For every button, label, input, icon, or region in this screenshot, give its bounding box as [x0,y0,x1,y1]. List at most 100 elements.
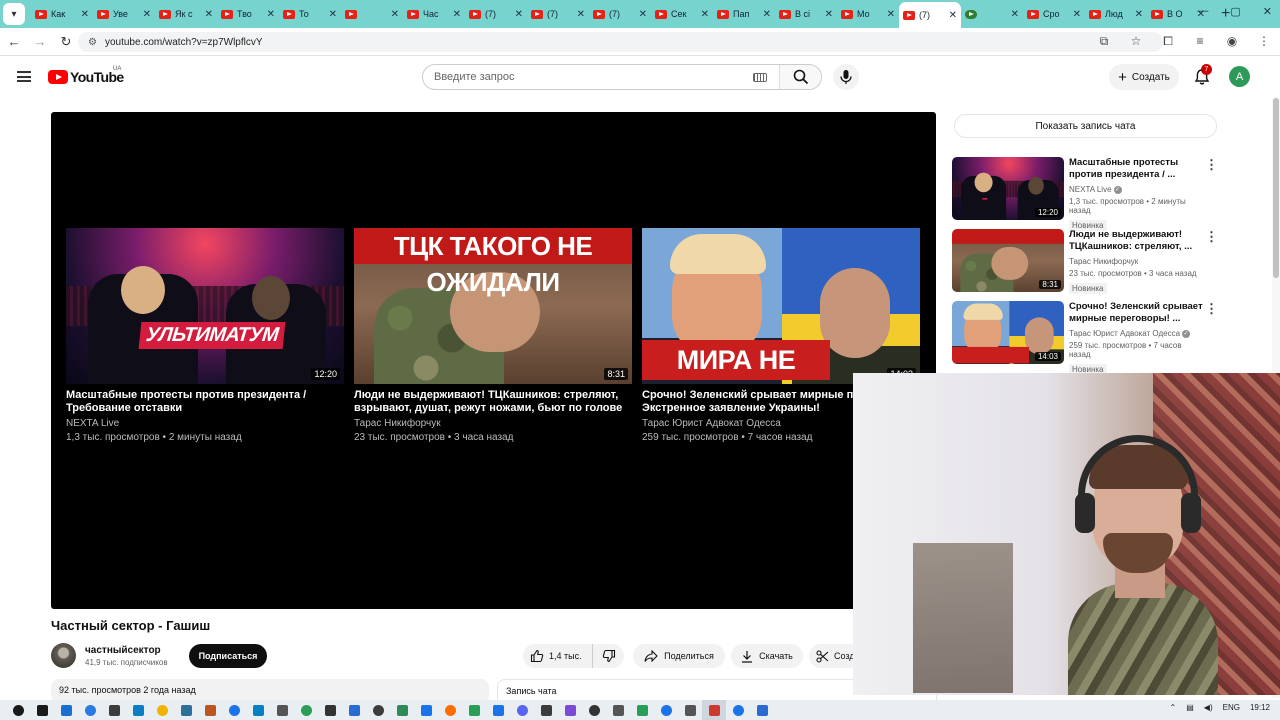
browser-tab[interactable]: (7) ✕ [465,2,527,26]
browser-tab[interactable]: Сек ✕ [651,2,713,26]
close-tab-icon[interactable]: ✕ [1135,9,1143,20]
subscribe-button[interactable]: Подписаться [189,644,267,668]
taskbar-app-icon[interactable] [414,700,438,720]
endscreen-title[interactable]: Люди не выдерживают! ТЦКашников: стреляю… [354,389,632,415]
recommended-thumbnail[interactable]: 12:20 [952,157,1064,220]
recommended-video-1[interactable]: 12:20 Масштабные протесты против президе… [952,157,1222,231]
bookmark-star-icon[interactable]: ☆ [1128,34,1144,49]
taskbar-app-icon[interactable] [750,700,774,720]
browser-tab[interactable]: В сі ✕ [775,2,837,26]
create-button[interactable]: + Создать [1109,64,1179,90]
taskbar-app-icon[interactable] [486,700,510,720]
browser-menu-icon[interactable]: ⋮ [1256,34,1272,49]
reload-button[interactable]: ↻ [54,34,78,50]
taskbar-app-icon[interactable] [342,700,366,720]
browser-tab[interactable]: Як с ✕ [155,2,217,26]
taskbar-app-icon[interactable] [270,700,294,720]
endscreen-video-1[interactable]: УЛЬТИМАТУМ 12:20 Масштабные протесты про… [66,228,344,443]
address-bar[interactable]: ⚙ youtube.com/watch?v=zp7WlpflcvY [78,32,1163,52]
taskbar-app-icon[interactable] [198,700,222,720]
close-window-button[interactable]: ✕ [1263,5,1272,18]
maximize-button[interactable]: ▢ [1230,5,1240,18]
video-player[interactable]: УЛЬТИМАТУМ 12:20 Масштабные протесты про… [51,112,936,609]
like-button[interactable]: 1,4 тыс. [523,644,593,668]
taskbar-app-icon[interactable] [54,700,78,720]
close-tab-icon[interactable]: ✕ [1011,9,1019,20]
taskbar-app-icon[interactable] [462,700,486,720]
taskbar-app-icon[interactable] [558,700,582,720]
browser-tab[interactable]: Люд ✕ [1085,2,1147,26]
network-icon[interactable]: ▤ [1186,703,1194,712]
recommended-title[interactable]: Срочно! Зеленский срывает мирные перегов… [1069,301,1205,325]
more-options-icon[interactable]: ⋮ [1205,157,1218,173]
dislike-button[interactable] [593,644,624,668]
taskbar-app-icon[interactable] [6,700,30,720]
tray-arrow-icon[interactable]: ⌃ [1170,703,1177,712]
taskbar-app-icon[interactable] [726,700,750,720]
endscreen-title[interactable]: Масштабные протесты против президента / … [66,389,344,415]
taskbar-app-icon[interactable] [150,700,174,720]
taskbar-app-icon[interactable] [174,700,198,720]
show-chat-replay-button[interactable]: Показать запись чата [954,114,1217,138]
browser-tab[interactable]: То ✕ [279,2,341,26]
close-tab-icon[interactable]: ✕ [639,9,647,20]
browser-tab[interactable]: (7) ✕ [589,2,651,26]
close-tab-icon[interactable]: ✕ [701,9,709,20]
more-options-icon[interactable]: ⋮ [1205,229,1218,245]
taskbar-app-icon[interactable] [390,700,414,720]
recommended-thumbnail[interactable]: 8:31 [952,229,1064,292]
close-tab-icon[interactable]: ✕ [329,9,337,20]
browser-tab[interactable]: Тво ✕ [217,2,279,26]
taskbar-app-icon[interactable] [102,700,126,720]
minimize-button[interactable]: — [1197,5,1208,18]
close-tab-icon[interactable]: ✕ [825,9,833,20]
close-tab-icon[interactable]: ✕ [453,9,461,20]
endscreen-thumbnail[interactable]: ТЦК ТАКОГО НЕ ОЖИДАЛИ 8:31 [354,228,632,384]
more-options-icon[interactable]: ⋮ [1205,301,1218,317]
endscreen-thumbnail[interactable]: УЛЬТИМАТУМ 12:20 [66,228,344,384]
browser-tab[interactable]: Сро ✕ [1023,2,1085,26]
taskbar-app-icon[interactable] [294,700,318,720]
channel-avatar[interactable] [51,643,76,668]
endscreen-video-2[interactable]: ТЦК ТАКОГО НЕ ОЖИДАЛИ 8:31 Люди не выдер… [354,228,632,443]
close-tab-icon[interactable]: ✕ [1073,9,1081,20]
taskbar-app-icon[interactable] [702,700,726,720]
taskbar-app-icon[interactable] [534,700,558,720]
endscreen-thumbnail[interactable]: МИРА НЕ БУДЕТ 14:03 [642,228,920,384]
browser-tab[interactable]: Уве ✕ [93,2,155,26]
taskbar-app-icon[interactable] [510,700,534,720]
browser-tab[interactable]: ✕ [961,2,1023,26]
taskbar-app-icon[interactable] [630,700,654,720]
download-button[interactable]: Скачать [731,644,803,668]
recommended-thumbnail[interactable]: 14:03 [952,301,1064,364]
recommended-title[interactable]: Масштабные протесты против президента / … [1069,157,1205,181]
install-app-icon[interactable]: ⧉ [1096,34,1112,49]
browser-tab[interactable]: Как ✕ [31,2,93,26]
taskbar-app-icon[interactable] [606,700,630,720]
notifications-button[interactable]: 7 [1193,64,1212,86]
close-tab-icon[interactable]: ✕ [205,9,213,20]
taskbar-app-icon[interactable] [678,700,702,720]
volume-icon[interactable]: ◀) [1204,703,1213,712]
extensions-icon[interactable]: ⧠ [1160,34,1176,49]
close-tab-icon[interactable]: ✕ [577,9,585,20]
recommended-title[interactable]: Люди не выдерживают! ТЦКашников: стреляю… [1069,229,1205,253]
browser-tab[interactable]: Пап ✕ [713,2,775,26]
endscreen-channel[interactable]: Тарас Никифорчук [354,418,632,429]
taskbar-app-icon[interactable] [366,700,390,720]
menu-icon[interactable] [17,71,31,82]
taskbar-app-icon[interactable] [126,700,150,720]
close-tab-icon[interactable]: ✕ [763,9,771,20]
browser-tab[interactable]: Мо ✕ [837,2,899,26]
close-tab-icon[interactable]: ✕ [267,9,275,20]
taskbar-app-icon[interactable] [438,700,462,720]
voice-search-button[interactable] [833,64,859,90]
site-info-icon[interactable]: ⚙ [88,37,97,48]
taskbar-app-icon[interactable] [30,700,54,720]
close-tab-icon[interactable]: ✕ [515,9,523,20]
back-button[interactable]: ← [2,34,26,49]
browser-tab[interactable]: (7) ✕ [899,2,961,28]
search-button[interactable] [779,65,821,89]
endscreen-channel[interactable]: NEXTA Live [66,418,344,429]
channel-name[interactable]: частныйсектор [85,645,168,656]
